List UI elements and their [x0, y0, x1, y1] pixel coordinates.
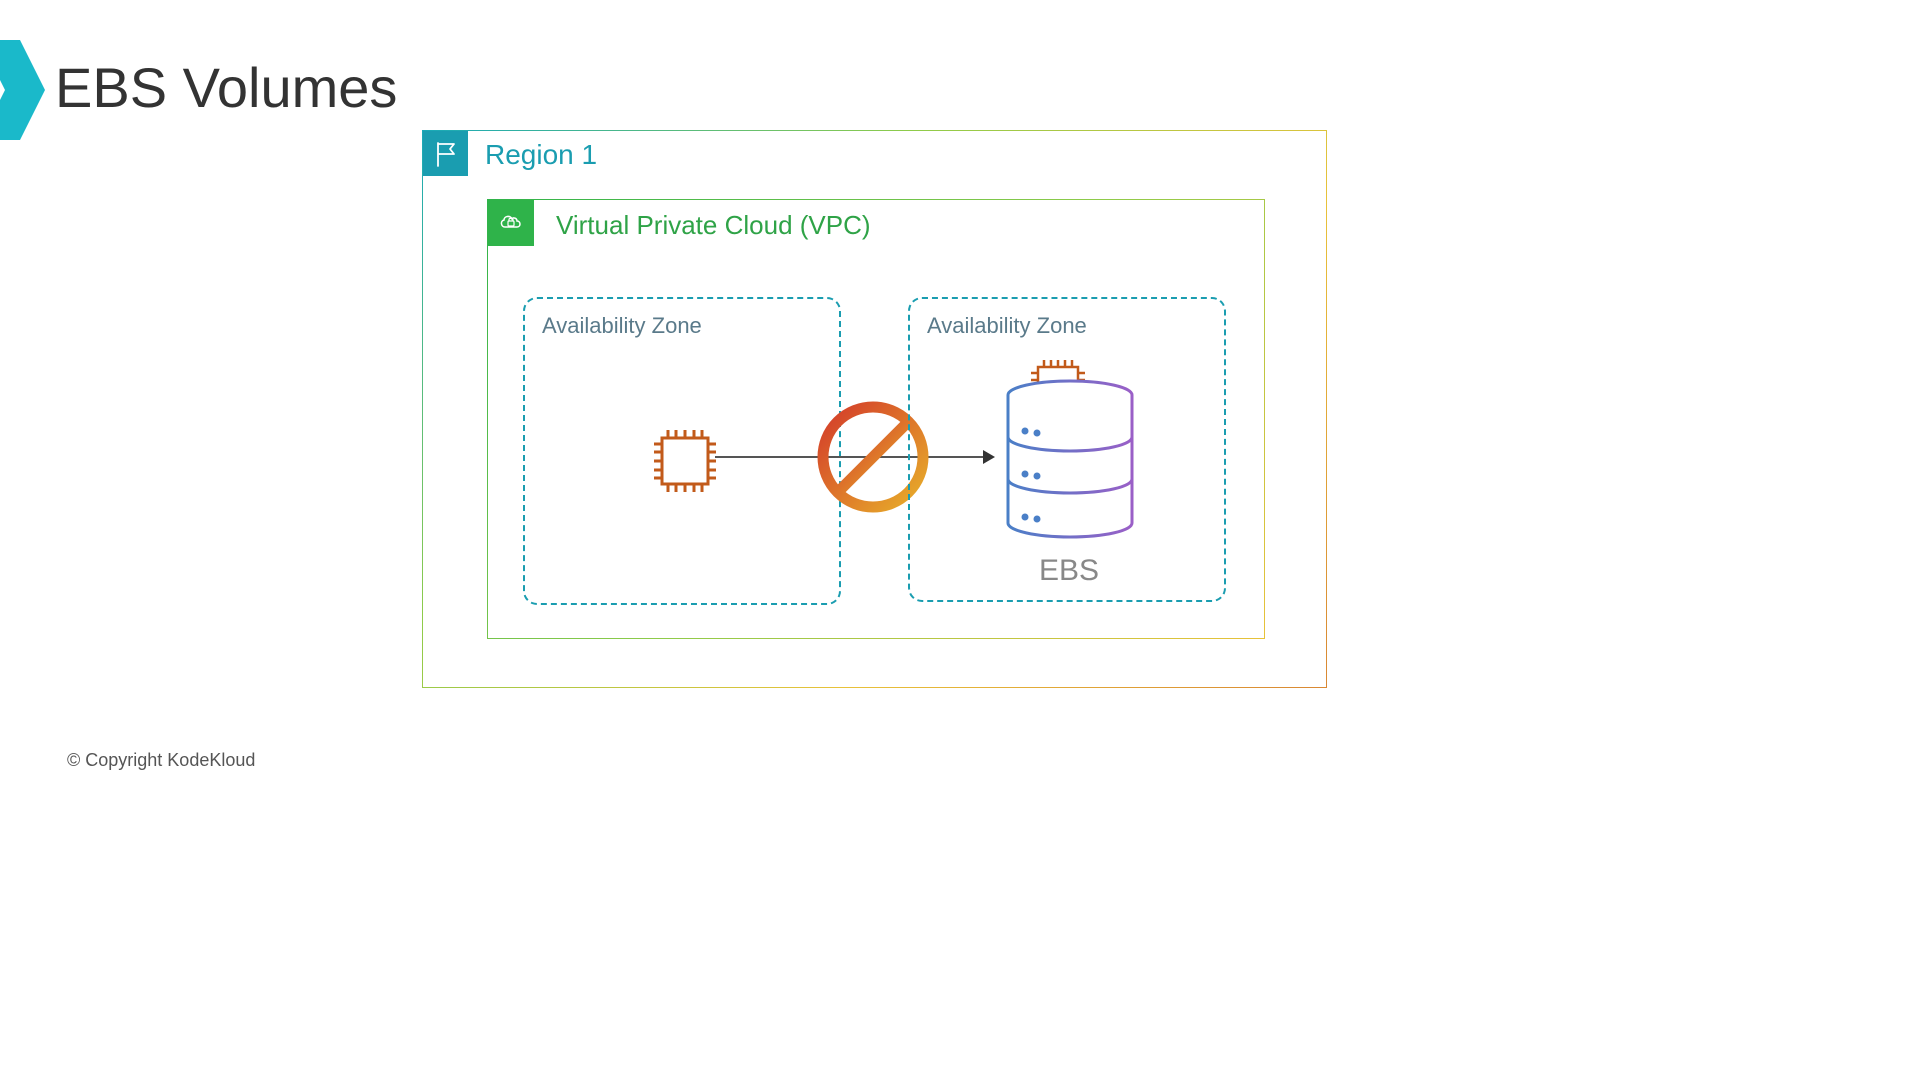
availability-zone-2: Availability Zone — [908, 297, 1226, 602]
header-chevron-icon — [0, 40, 50, 140]
copyright-text: © Copyright KodeKloud — [67, 750, 255, 771]
az2-label: Availability Zone — [927, 313, 1087, 339]
region-label: Region 1 — [485, 139, 597, 171]
vpc-label: Virtual Private Cloud (VPC) — [556, 210, 871, 241]
vpc-container: Virtual Private Cloud (VPC) Availability… — [487, 199, 1265, 639]
page-title: EBS Volumes — [55, 55, 397, 120]
availability-zone-1: Availability Zone — [523, 297, 841, 605]
ec2-instance-icon — [650, 426, 720, 496]
region-flag-icon — [423, 131, 468, 176]
ebs-label: EBS — [910, 554, 1228, 588]
ebs-volume-icon — [1005, 379, 1135, 539]
az1-label: Availability Zone — [542, 313, 702, 339]
vpc-cloud-icon — [488, 200, 534, 246]
region-container: Region 1 Virtual Private Cloud (VPC) Ava… — [422, 130, 1327, 688]
